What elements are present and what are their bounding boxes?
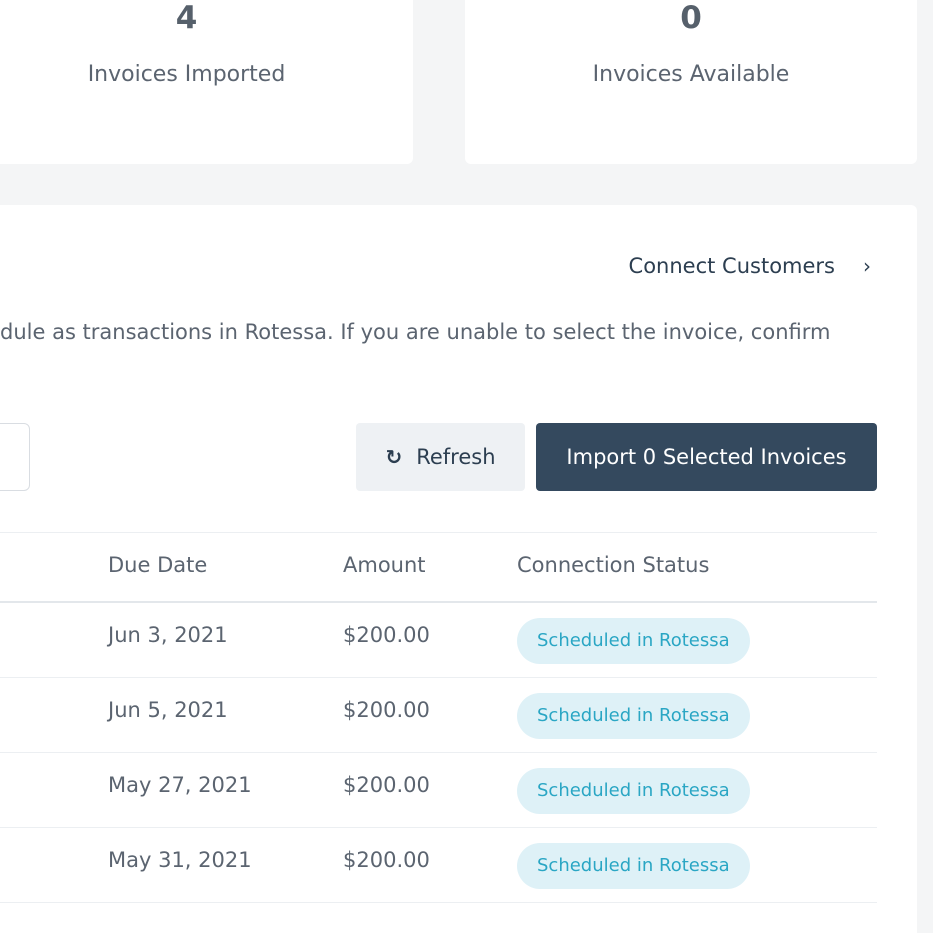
available-count: 0 [680, 0, 702, 36]
chevron-right-icon: › [863, 254, 871, 278]
table-row[interactable]: Jun 5, 2021 $200.00 Scheduled in Rotessa [0, 678, 877, 753]
amount-cell: $200.00 [343, 698, 430, 722]
due-date-cell: May 27, 2021 [108, 773, 252, 797]
due-date-cell: Jun 5, 2021 [108, 698, 228, 722]
imported-count: 4 [175, 0, 198, 36]
available-label: Invoices Available [592, 62, 790, 87]
status-badge: Scheduled in Rotessa [517, 693, 750, 739]
header-amount[interactable]: Amount [343, 553, 426, 577]
amount-cell: $200.00 [343, 848, 430, 872]
table-row[interactable]: Jun 3, 2021 $200.00 Scheduled in Rotessa [0, 603, 877, 678]
search-input[interactable] [0, 423, 30, 491]
due-date-cell: Jun 3, 2021 [108, 623, 228, 647]
table-header: Due Date Amount Connection Status [0, 532, 877, 603]
amount-cell: $200.00 [343, 623, 430, 647]
refresh-icon: ↻ [385, 445, 403, 469]
table-row[interactable]: May 27, 2021 $200.00 Scheduled in Rotess… [0, 753, 877, 828]
invoice-import-page: 4 Invoices Imported 0 Invoices Available… [0, 0, 933, 933]
amount-cell: $200.00 [343, 773, 430, 797]
header-connection-status[interactable]: Connection Status [517, 553, 709, 577]
status-badge: Scheduled in Rotessa [517, 843, 750, 889]
connect-customers-link[interactable]: Connect Customers › [629, 254, 871, 278]
status-badge: Scheduled in Rotessa [517, 768, 750, 814]
invoices-table: Due Date Amount Connection Status Jun 3,… [0, 532, 877, 903]
table-row[interactable]: May 31, 2021 $200.00 Scheduled in Rotess… [0, 828, 877, 903]
stat-card-available: 0 Invoices Available [465, 0, 917, 164]
due-date-cell: May 31, 2021 [108, 848, 252, 872]
stat-card-imported: 4 Invoices Imported [0, 0, 413, 164]
refresh-button[interactable]: ↻ Refresh [356, 423, 525, 491]
panel-description: dule as transactions in Rotessa. If you … [0, 320, 831, 344]
imported-label: Invoices Imported [87, 62, 286, 87]
header-due-date[interactable]: Due Date [108, 553, 207, 577]
import-selected-button[interactable]: Import 0 Selected Invoices [536, 423, 877, 491]
status-badge: Scheduled in Rotessa [517, 618, 750, 664]
connect-customers-label: Connect Customers [628, 254, 835, 278]
refresh-label: Refresh [416, 445, 496, 469]
